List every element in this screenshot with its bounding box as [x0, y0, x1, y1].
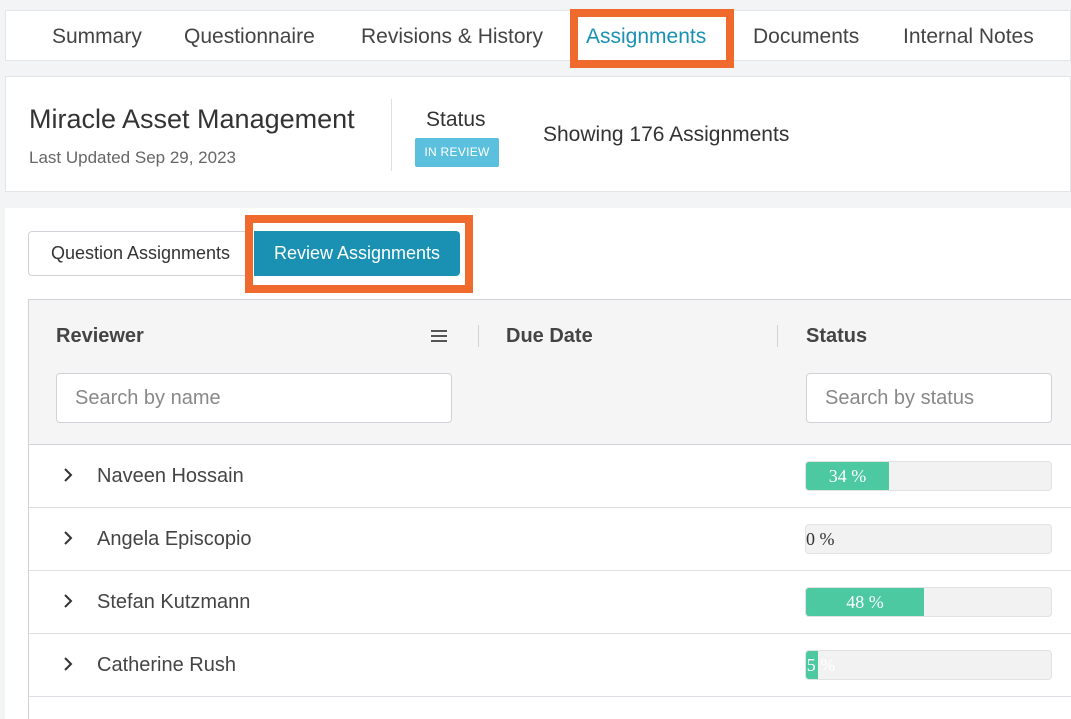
- grid-header: Reviewer Due Date Status: [29, 300, 1071, 445]
- chevron-right-icon[interactable]: [62, 593, 74, 609]
- assignments-panel: Question Assignments Review Assignments …: [5, 208, 1071, 719]
- column-header-reviewer[interactable]: Reviewer: [56, 325, 144, 348]
- chevron-right-icon[interactable]: [62, 467, 74, 483]
- column-menu-icon[interactable]: [431, 330, 447, 343]
- chevron-right-icon[interactable]: [62, 530, 74, 546]
- reviewer-name: Stefan Kutzmann: [97, 591, 251, 613]
- reviewer-name: Catherine Rush: [97, 654, 236, 676]
- status-badge: IN REVIEW: [415, 138, 499, 167]
- firm-name: Miracle Asset Management: [29, 104, 355, 134]
- column-separator: [478, 325, 479, 347]
- header-card: Miracle Asset Management Last Updated Se…: [5, 76, 1071, 192]
- tab-internal-notes[interactable]: Internal Notes: [903, 11, 1034, 62]
- tab-revisions-history[interactable]: Revisions & History: [361, 11, 543, 62]
- status-search-input[interactable]: [806, 373, 1052, 423]
- progress-bar: 34 %: [805, 461, 1052, 491]
- table-row[interactable]: Stefan Kutzmann 48 %: [29, 571, 1071, 634]
- progress-label: 48 %: [846, 592, 884, 612]
- review-assignments-grid: Reviewer Due Date Status Naveen Hossain …: [28, 299, 1071, 719]
- tab-assignments[interactable]: Assignments: [586, 11, 706, 62]
- column-header-status[interactable]: Status: [806, 325, 867, 348]
- tab-documents[interactable]: Documents: [753, 11, 859, 62]
- last-updated: Last Updated Sep 29, 2023: [29, 148, 236, 167]
- reviewer-name: Naveen Hossain: [97, 465, 244, 487]
- tab-summary[interactable]: Summary: [52, 11, 142, 62]
- table-row[interactable]: Catherine Rush 5 %: [29, 634, 1071, 697]
- progress-label: 34 %: [828, 466, 867, 486]
- column-separator: [777, 325, 778, 347]
- reviewer-name: Angela Episcopio: [97, 528, 252, 550]
- column-header-due-date[interactable]: Due Date: [506, 325, 593, 348]
- top-tab-nav: Summary Questionnaire Revisions & Histor…: [5, 10, 1071, 61]
- status-label: Status: [426, 108, 486, 131]
- tab-questionnaire[interactable]: Questionnaire: [184, 11, 315, 62]
- assignments-count: Showing 176 Assignments: [543, 123, 790, 146]
- progress-label: 5 %: [806, 655, 836, 675]
- chevron-right-icon[interactable]: [62, 656, 74, 672]
- review-assignments-button[interactable]: Review Assignments: [254, 231, 460, 276]
- table-row[interactable]: Angela Episcopio 0 %: [29, 508, 1071, 571]
- progress-bar: 48 %: [805, 587, 1052, 617]
- progress-bar: 0 %: [805, 524, 1052, 554]
- progress-label: 0 %: [806, 529, 835, 549]
- progress-bar: 5 %: [805, 650, 1052, 680]
- table-row[interactable]: Naveen Hossain 34 %: [29, 445, 1071, 508]
- reviewer-search-input[interactable]: [56, 373, 452, 423]
- question-assignments-button[interactable]: Question Assignments: [28, 231, 253, 276]
- header-divider: [391, 99, 392, 171]
